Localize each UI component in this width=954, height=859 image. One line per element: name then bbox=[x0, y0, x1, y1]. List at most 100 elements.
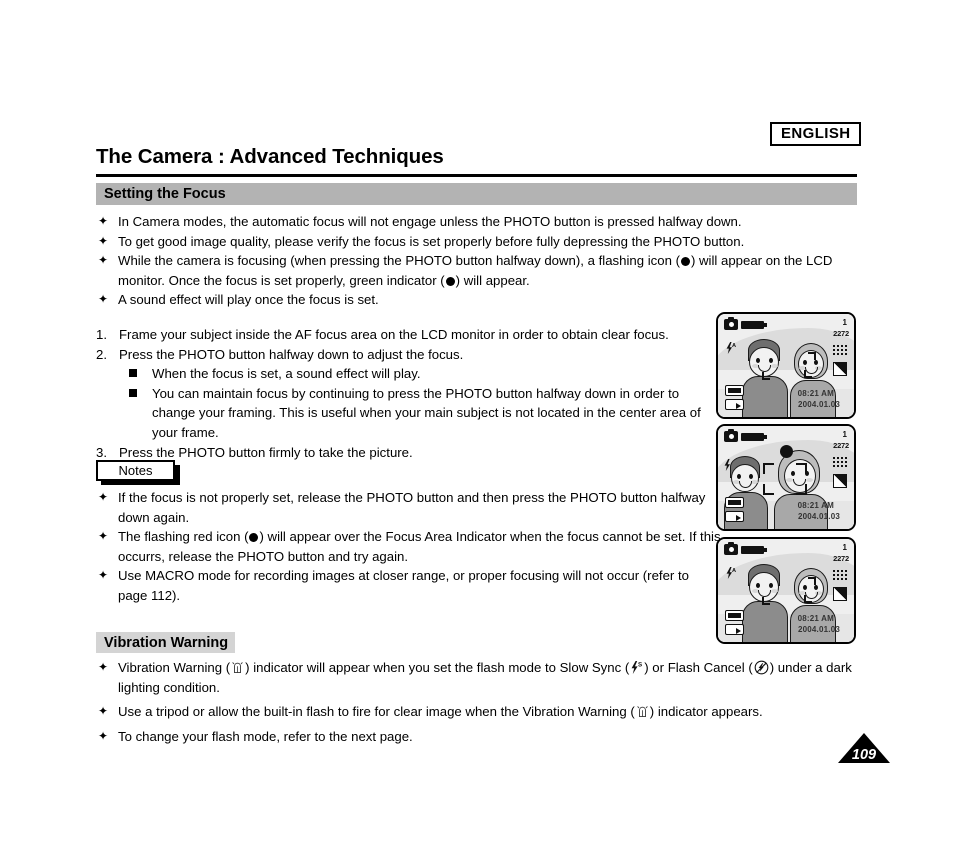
notes-box: Notes bbox=[96, 460, 175, 481]
bullet-text-end: ) will appear. bbox=[455, 272, 530, 288]
step-number: 2. bbox=[96, 346, 107, 362]
notes-bullet-list: ✦ If the focus is not properly set, rele… bbox=[96, 488, 721, 606]
bullet-text-end: ) indicator appears. bbox=[649, 704, 763, 720]
bullet-marker-icon: ✦ bbox=[98, 568, 109, 583]
image-quality-icon bbox=[833, 362, 847, 376]
bullet-item: ✦ Use MACRO mode for recording images at… bbox=[96, 566, 721, 605]
svg-text:A: A bbox=[732, 568, 736, 574]
bullet-item: ✦ A sound effect will play once the focu… bbox=[96, 290, 868, 310]
vibration-warning-bullet-list: ✦ Vibration Warning ( ) indicator will a… bbox=[96, 658, 868, 746]
timestamp-date: 2004.01.03 bbox=[797, 400, 840, 409]
focus-corner-mark bbox=[762, 597, 770, 605]
notes-label: Notes bbox=[118, 463, 153, 478]
image-size-grid-icon bbox=[833, 457, 847, 470]
bullet-text: To get good image quality, please verify… bbox=[118, 233, 745, 249]
substep-text: You can maintain focus by continuing to … bbox=[152, 385, 701, 440]
af-bracket-bottom-left bbox=[763, 484, 774, 495]
bullet-marker-icon: ✦ bbox=[98, 253, 109, 268]
focus-corner-mark bbox=[804, 595, 812, 603]
shots-remaining: 1 bbox=[842, 318, 847, 327]
focus-corner-mark bbox=[808, 577, 816, 585]
storage-card-icon bbox=[725, 624, 744, 635]
flash-auto-icon: A bbox=[725, 566, 737, 580]
flash-auto-icon bbox=[723, 458, 735, 472]
section-header-label: Vibration Warning bbox=[104, 634, 229, 651]
battery-icon bbox=[741, 546, 767, 554]
section-header-vibration-warning: Vibration Warning bbox=[96, 632, 235, 653]
bullet-marker-icon: ✦ bbox=[98, 660, 109, 674]
step-text: Frame your subject inside the AF focus a… bbox=[119, 327, 669, 342]
focus-corner-mark bbox=[804, 370, 812, 378]
lcd-scene: 1 2272 A 08:21 AM 2004.01.03 bbox=[718, 539, 854, 642]
bullet-marker-icon: ✦ bbox=[98, 529, 109, 544]
bullet-marker-icon: ✦ bbox=[98, 728, 109, 743]
af-bracket-top-right bbox=[796, 463, 807, 474]
notes-box-shadow-right bbox=[175, 465, 180, 485]
language-badge: ENGLISH bbox=[770, 122, 862, 147]
bullet-marker-icon: ✦ bbox=[98, 704, 109, 719]
bullet-text: A sound effect will play once the focus … bbox=[118, 292, 379, 308]
slow-sync-flash-icon: S bbox=[630, 660, 643, 675]
resolution-label: 2272 bbox=[833, 441, 849, 450]
square-bullet-icon bbox=[129, 369, 137, 378]
camera-mode-icon bbox=[724, 541, 738, 555]
timestamp-time: 08:21 AM bbox=[797, 389, 834, 398]
substep-item: You can maintain focus by continuing to … bbox=[129, 384, 708, 443]
bullet-text: Use a tripod or allow the built-in flash… bbox=[118, 704, 635, 720]
battery-icon bbox=[741, 433, 767, 441]
step-number: 1. bbox=[96, 327, 107, 342]
focus-indicator-dot-icon bbox=[680, 257, 690, 267]
green-indicator-dot-icon bbox=[445, 276, 455, 286]
bullet-item: ✦ Use a tripod or allow the built-in fla… bbox=[96, 702, 868, 722]
bullet-item: ✦ In Camera modes, the automatic focus w… bbox=[96, 212, 868, 232]
timestamp-date: 2004.01.03 bbox=[797, 625, 840, 634]
focus-corner-mark bbox=[808, 352, 816, 360]
flash-cancel-icon bbox=[754, 660, 769, 675]
bullet-text: Vibration Warning ( bbox=[118, 660, 231, 675]
setting-focus-step-list: 1. Frame your subject inside the AF focu… bbox=[96, 325, 708, 462]
bullet-item: ✦ To change your flash mode, refer to th… bbox=[96, 727, 868, 747]
bullet-item: ✦ If the focus is not properly set, rele… bbox=[96, 488, 721, 527]
timestamp-date: 2004.01.03 bbox=[797, 512, 840, 521]
image-quality-icon bbox=[833, 587, 847, 601]
step-item: 1. Frame your subject inside the AF focu… bbox=[96, 325, 708, 345]
vibration-warning-icon bbox=[231, 661, 244, 675]
page-number: 109 bbox=[851, 747, 877, 763]
camera-mode-icon bbox=[724, 316, 738, 330]
storage-card-icon bbox=[725, 399, 744, 410]
lcd-screen-1: 1 2272 A 08:21 AM 2004.01.03 bbox=[716, 312, 856, 419]
bullet-text-cont2: ) or Flash Cancel ( bbox=[644, 660, 753, 675]
section-header-label: Setting the Focus bbox=[104, 186, 226, 202]
svg-text:A: A bbox=[732, 343, 736, 349]
memory-icon bbox=[725, 610, 744, 621]
image-size-grid-icon bbox=[833, 345, 847, 358]
timestamp-time: 08:21 AM bbox=[797, 501, 834, 510]
bullet-item: ✦ Vibration Warning ( ) indicator will a… bbox=[96, 658, 868, 697]
battery-icon bbox=[741, 321, 767, 329]
bullet-marker-icon: ✦ bbox=[98, 233, 109, 248]
timestamp-time: 08:21 AM bbox=[797, 614, 834, 623]
lcd-scene: 1 2272 08:21 AM 2004.01.03 bbox=[718, 426, 854, 529]
red-focus-icon bbox=[249, 533, 259, 543]
bullet-text: To change your flash mode, refer to the … bbox=[118, 728, 413, 744]
image-quality-icon bbox=[833, 474, 847, 488]
substep-item: When the focus is set, a sound effect wi… bbox=[129, 364, 708, 384]
notes-box-shadow-bottom bbox=[101, 481, 180, 485]
flash-auto-icon: A bbox=[725, 341, 737, 355]
step-item: 2. Press the PHOTO button halfway down t… bbox=[96, 345, 708, 365]
bullet-text-cont: ) indicator will appear when you set the… bbox=[245, 660, 630, 675]
page-title: The Camera : Advanced Techniques bbox=[96, 145, 444, 168]
svg-text:S: S bbox=[638, 661, 642, 668]
focus-corner-mark bbox=[762, 372, 770, 380]
bullet-item: ✦ While the camera is focusing (when pre… bbox=[96, 251, 868, 290]
lcd-scene: 1 2272 A 08:21 AM 2004.01.03 bbox=[718, 314, 854, 417]
bullet-marker-icon: ✦ bbox=[98, 490, 109, 504]
lcd-screen-3: 1 2272 A 08:21 AM 2004.01.03 bbox=[716, 537, 856, 644]
bullet-text: While the camera is focusing (when press… bbox=[118, 253, 680, 269]
memory-icon bbox=[725, 497, 744, 508]
image-size-grid-icon bbox=[833, 570, 847, 583]
step-text: Press the PHOTO button halfway down to a… bbox=[119, 346, 464, 362]
memory-icon bbox=[725, 385, 744, 396]
bullet-text: If the focus is not properly set, releas… bbox=[118, 490, 706, 525]
shots-remaining: 1 bbox=[842, 430, 847, 439]
